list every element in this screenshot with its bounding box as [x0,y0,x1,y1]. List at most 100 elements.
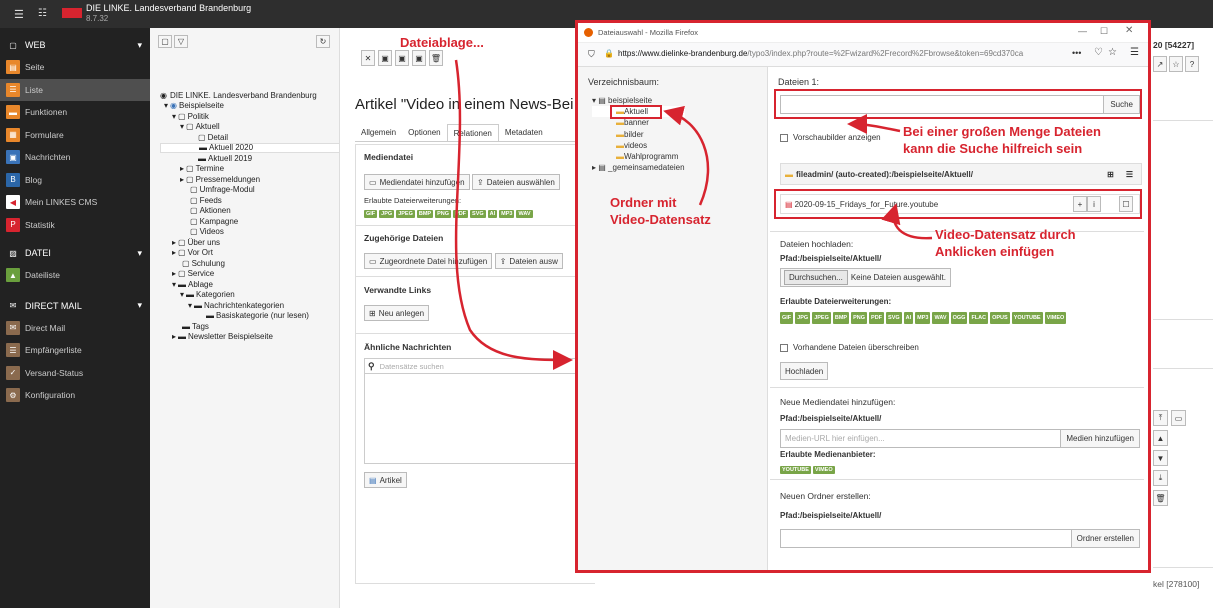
tree-item[interactable]: ▸ ▢ Über uns [160,237,340,248]
records-search[interactable]: ⚲ Datensätze suchen [364,358,587,374]
nav-item-funktionen[interactable]: ▬ Funktionen [0,101,150,124]
select-files-button-2[interactable]: ⇪ Dateien ausw [494,253,563,269]
tree-item[interactable]: ▢ Videos [160,227,340,238]
menu-toggle-icon[interactable]: ☰ [14,8,24,21]
records-list[interactable] [364,374,587,464]
tree-item[interactable]: ▾ ▬ Nachrichtenkategorien [160,300,340,311]
nav-item-direct-mail[interactable]: ✉ Direct Mail [0,317,150,340]
new-page-icon[interactable]: ▢ [158,35,172,48]
toggle-icon[interactable]: ☰ [1126,170,1133,179]
tab-allgemein[interactable]: Allgemein [355,124,402,141]
nav-item-seite[interactable]: ▤ Seite [0,56,150,79]
web-section[interactable]: ▢ WEB ▾ [0,34,150,56]
more-icon[interactable]: ••• [1072,48,1081,58]
nav-item-blog[interactable]: B Blog [0,169,150,192]
tree-item[interactable]: ▸ ▢ Vor Ort [160,248,340,259]
folder-item[interactable]: ▸ ▤ _gemeinsamedateien [592,162,685,173]
open-icon[interactable]: ↗ [1153,56,1167,72]
refresh-icon[interactable]: ↻ [316,35,330,48]
browse-button[interactable]: Durchsuchen... [784,270,848,285]
logo[interactable] [62,8,82,18]
tab-optionen[interactable]: Optionen [402,124,446,141]
add-all-icon[interactable]: ⊞ [1107,170,1114,179]
create-folder-button[interactable]: Ordner erstellen [1070,530,1139,547]
move-top-icon[interactable]: ⤒ [1153,410,1168,426]
save-view-icon[interactable]: ▣ [395,50,409,66]
folder-item[interactable]: ▬bilder [592,129,685,140]
pocket-icon[interactable]: ♡ [1094,47,1103,58]
select-checkbox-icon[interactable]: ☐ [1119,196,1133,212]
move-bottom-icon[interactable]: ⤓ [1153,470,1168,486]
tree-item-selected[interactable]: ▬ Aktuell 2020 [160,142,340,153]
mediendatei-add-button[interactable]: ▭ Mediendatei hinzufügen [364,174,470,190]
save-new-icon[interactable]: ▣ [412,50,426,66]
bookmark-icon[interactable]: ☆ [1169,56,1183,72]
artikel-button[interactable]: ▤ Artikel [364,472,407,488]
info-icon[interactable]: i [1087,196,1101,212]
file-search-input[interactable] [781,96,1103,113]
window-close-icon[interactable]: ✕ [1125,25,1133,36]
tree-item[interactable]: ▸ ▢ Pressemeldungen [160,174,340,185]
modules-icon[interactable]: ☷ [38,8,47,19]
tree-item[interactable]: ▢ Umfrage-Modul [160,185,340,196]
tree-item[interactable]: ▾ ▬ Kategorien [160,290,340,301]
nav-item-statistik[interactable]: P Statistik [0,214,150,237]
nav-item-formulare[interactable]: ▦ Formulare [0,124,150,147]
nav-item-konfiguration[interactable]: ⚙ Konfiguration [0,384,150,407]
tree-item[interactable]: ▾ ▬ Ablage [160,279,340,290]
browse-folder-icon[interactable]: ▭ [1171,410,1186,426]
save-icon[interactable]: ▣ [378,50,392,66]
add-file-icon[interactable]: + [1073,196,1087,212]
nav-item-liste[interactable]: ☰ Liste [0,78,150,101]
tree-item[interactable]: ▸ ▢ Service [160,269,340,280]
menu-icon[interactable]: ☰ [1130,47,1139,58]
checkbox[interactable] [780,343,788,352]
tab-relationen[interactable]: Relationen [446,124,499,141]
tree-item[interactable]: ▾ ▢ Politik [160,111,340,122]
nav-item-mein-linkes-cms[interactable]: ◀ Mein LINKES CMS [0,191,150,214]
maximize-icon[interactable]: ☐ [1100,26,1108,37]
nav-item-empfaengerliste[interactable]: ☰ Empfängerliste [0,339,150,362]
folder-item[interactable]: ▬banner [592,117,685,128]
tree-item[interactable]: ▢ Feeds [160,195,340,206]
folder-name-input[interactable] [781,530,1071,547]
move-up-icon[interactable]: ▲ [1153,430,1168,446]
url-field[interactable]: https://www.dielinke-brandenburg.de/typo… [618,49,1068,58]
neu-anlegen-button[interactable]: ⊞ Neu anlegen [364,305,430,321]
nav-item-nachrichten[interactable]: ▣ Nachrichten [0,146,150,169]
tree-item[interactable]: ▾ ▢ Aktuell [160,122,340,133]
checkbox[interactable] [780,133,788,142]
close-icon[interactable]: ✕ [361,50,375,66]
minimize-icon[interactable]: — [1078,26,1087,36]
nav-item-dateiliste[interactable]: ▲ Dateiliste [0,264,150,287]
add-media-button[interactable]: Medien hinzufügen [1060,430,1139,447]
remove-icon[interactable]: 🗑 [1153,490,1168,506]
tree-item[interactable]: ▾ ◉ Beispielseite [160,101,340,112]
delete-icon[interactable]: 🗑 [429,50,443,66]
file-chooser[interactable]: Durchsuchen... Keine Dateien ausgewählt. [780,268,951,287]
tree-item[interactable]: ▢ Schulung [160,258,340,269]
directmail-section[interactable]: ✉ DIRECT MAIL ▾ [0,295,150,317]
tree-item[interactable]: ▢ Kampagne [160,216,340,227]
tab-metadaten[interactable]: Metadaten [499,124,549,141]
folder-item[interactable]: ▬videos [592,140,685,151]
tree-item[interactable]: ▢ Aktionen [160,206,340,217]
help-icon[interactable]: ? [1185,56,1199,72]
folder-item[interactable]: ▬Wahlprogramm [592,151,685,162]
zugeordnete-add-button[interactable]: ▭ Zugeordnete Datei hinzufügen [364,253,493,269]
tree-item[interactable]: ▬ Tags [160,321,340,332]
tree-item[interactable]: ▸ ▬ Newsletter Beispielseite [160,332,340,343]
datei-section[interactable]: ▨ DATEI ▾ [0,242,150,264]
tree-root[interactable]: ◉ DIE LINKE. Landesverband Brandenburg [160,90,340,101]
media-url-input[interactable]: Medien-URL hier einfügen... [781,430,1060,447]
upload-button[interactable]: Hochladen [780,362,829,380]
tree-item[interactable]: ▢ Detail [160,132,340,143]
thumbnail-option[interactable]: Vorschaubilder anzeigen [780,133,881,142]
nav-item-versand-status[interactable]: ✓ Versand-Status [0,362,150,385]
select-files-button[interactable]: ⇪ Dateien auswählen [472,174,560,190]
search-button[interactable]: Suche [1103,96,1139,113]
move-down-icon[interactable]: ▼ [1153,450,1168,466]
star-icon[interactable]: ☆ [1108,47,1117,58]
filter-icon[interactable]: ▽ [174,35,188,48]
overwrite-option[interactable]: Vorhandene Dateien überschreiben [780,343,919,352]
